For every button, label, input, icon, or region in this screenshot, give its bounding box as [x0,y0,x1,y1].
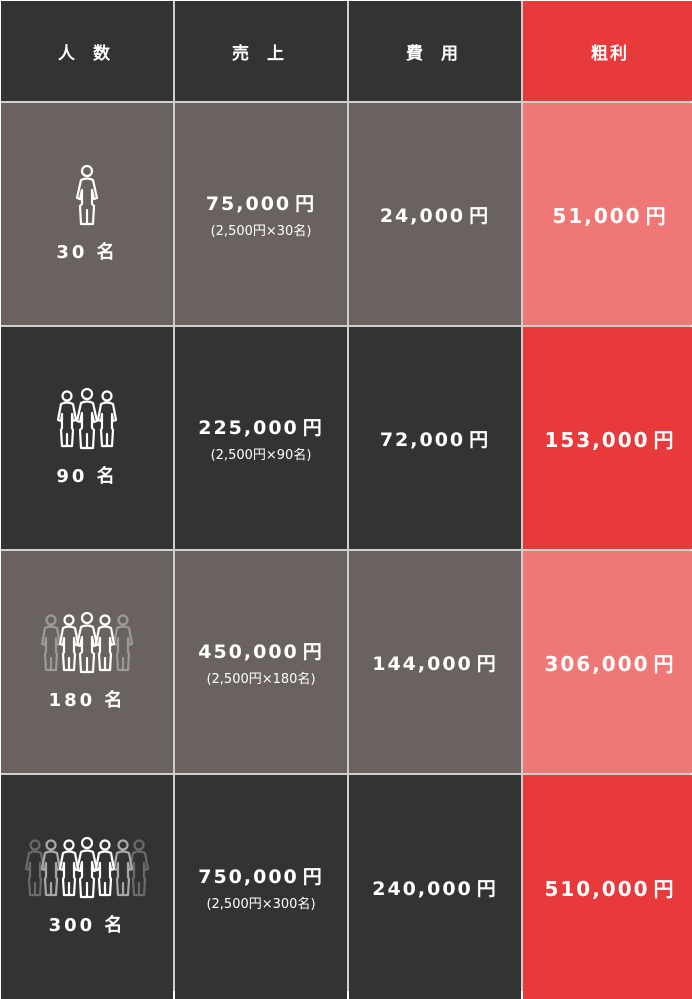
cost-value: 24,000 [379,204,466,227]
sales-value: 225,000 [198,417,299,439]
cost-value: 144,000 [372,652,473,675]
people-cell: 300 名 [1,775,173,999]
sales-cell: 450,000 円 (2,500円×180名) [175,551,347,773]
profit-cell: 510,000 円 [523,775,692,999]
people-cell: 30 名 [1,103,173,325]
profit-cell: 51,000 円 [523,103,692,325]
sales-detail: (2,500円×180名) [206,672,316,687]
cost-cell: 240,000 円 [349,775,521,999]
sales-detail: (2,500円×90名) [210,448,312,463]
profit-cell: 153,000 円 [523,327,692,549]
sales-unit: 円 [295,193,317,215]
sales-value: 450,000 [198,641,299,663]
header-sales-label: 売 上 [232,43,290,64]
people-cell: 90 名 [1,327,173,549]
header-people-label: 人 数 [58,43,116,64]
sales-cell: 225,000 円 (2,500円×90名) [175,327,347,549]
cost-unit: 円 [469,204,491,227]
people-count: 90 名 [56,466,118,487]
profit-unit: 円 [645,203,668,228]
header-profit-label: 粗利 [591,43,629,64]
header-cost-label: 費 用 [406,43,464,64]
profit-value: 51,000 [552,203,642,228]
sales-unit: 円 [302,866,324,888]
sales-value: 750,000 [198,866,299,888]
sales-cell: 75,000 円 (2,500円×30名) [175,103,347,325]
profit-value: 153,000 [544,427,650,452]
five-people-icon [39,612,135,676]
people-count: 180 名 [48,690,126,711]
profit-value: 510,000 [544,876,650,901]
three-people-icon [55,388,119,452]
header-profit: 粗利 [523,1,692,101]
cost-unit: 円 [476,652,498,675]
cost-value: 240,000 [372,877,473,900]
profit-value: 306,000 [544,651,650,676]
header-cost: 費 用 [349,1,521,101]
people-cell: 180 名 [1,551,173,773]
cost-cell: 24,000 円 [349,103,521,325]
sales-unit: 円 [302,417,324,439]
sales-unit: 円 [302,641,324,663]
cost-unit: 円 [469,428,491,451]
people-count: 30 名 [56,242,118,263]
sales-detail: (2,500円×30名) [210,224,312,239]
cost-cell: 144,000 円 [349,551,521,773]
sales-detail: (2,500円×300名) [206,897,316,912]
cost-unit: 円 [476,877,498,900]
profit-cell: 306,000 円 [523,551,692,773]
sales-value: 75,000 [205,193,292,215]
sales-cell: 750,000 円 (2,500円×300名) [175,775,347,999]
single-person-icon [72,164,102,228]
profit-table: 人 数 売 上 費 用 粗利 30 名 75,000 円 (2,500円×30名)… [1,1,692,999]
cost-value: 72,000 [379,428,466,451]
seven-people-icon [25,837,149,901]
profit-unit: 円 [653,876,676,901]
header-people: 人 数 [1,1,173,101]
profit-unit: 円 [653,651,676,676]
cost-cell: 72,000 円 [349,327,521,549]
people-count: 300 名 [48,915,126,936]
header-sales: 売 上 [175,1,347,101]
profit-unit: 円 [653,427,676,452]
